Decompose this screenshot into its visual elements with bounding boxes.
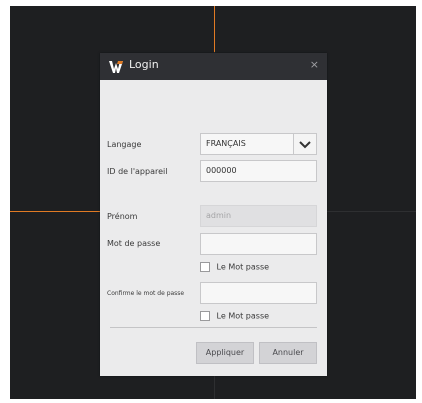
confirm-password-label: Confirme le mot de passe	[107, 290, 185, 297]
password-field[interactable]	[200, 233, 317, 255]
password-label: Mot de passe	[107, 239, 161, 248]
dialog-titlebar: Login ×	[100, 53, 327, 80]
brand-w-logo-icon	[109, 59, 123, 73]
dialog-title: Login	[129, 58, 159, 71]
device-id-label: ID de l'appareil	[107, 167, 168, 176]
close-icon[interactable]: ×	[310, 58, 319, 71]
apply-button[interactable]: Appliquer	[196, 342, 254, 364]
language-label: Langage	[107, 140, 142, 149]
cancel-button[interactable]: Annuler	[259, 342, 317, 364]
login-dialog: Login × Langage FRANÇAIS ID de l'apparei…	[100, 53, 327, 376]
confirm-password-field[interactable]	[200, 282, 317, 304]
active-channel-border-horizontal	[10, 211, 100, 212]
first-name-field: admin	[200, 205, 317, 227]
chevron-down-icon[interactable]	[293, 134, 316, 154]
language-select-value: FRANÇAIS	[206, 139, 246, 148]
form-divider	[110, 327, 317, 328]
show-password-label: Le Mot passe	[216, 262, 270, 272]
show-password-option[interactable]: Le Mot passe	[200, 262, 269, 274]
show-password-checkbox[interactable]	[200, 262, 210, 272]
first-name-label: Prénom	[107, 212, 138, 221]
show-confirm-password-option[interactable]: Le Mot passe	[200, 311, 269, 323]
device-id-field[interactable]: 000000	[200, 160, 317, 182]
language-select[interactable]: FRANÇAIS	[200, 133, 317, 155]
active-channel-border-vertical	[214, 6, 215, 52]
show-confirm-password-label: Le Mot passe	[216, 311, 270, 321]
show-confirm-password-checkbox[interactable]	[200, 311, 210, 321]
